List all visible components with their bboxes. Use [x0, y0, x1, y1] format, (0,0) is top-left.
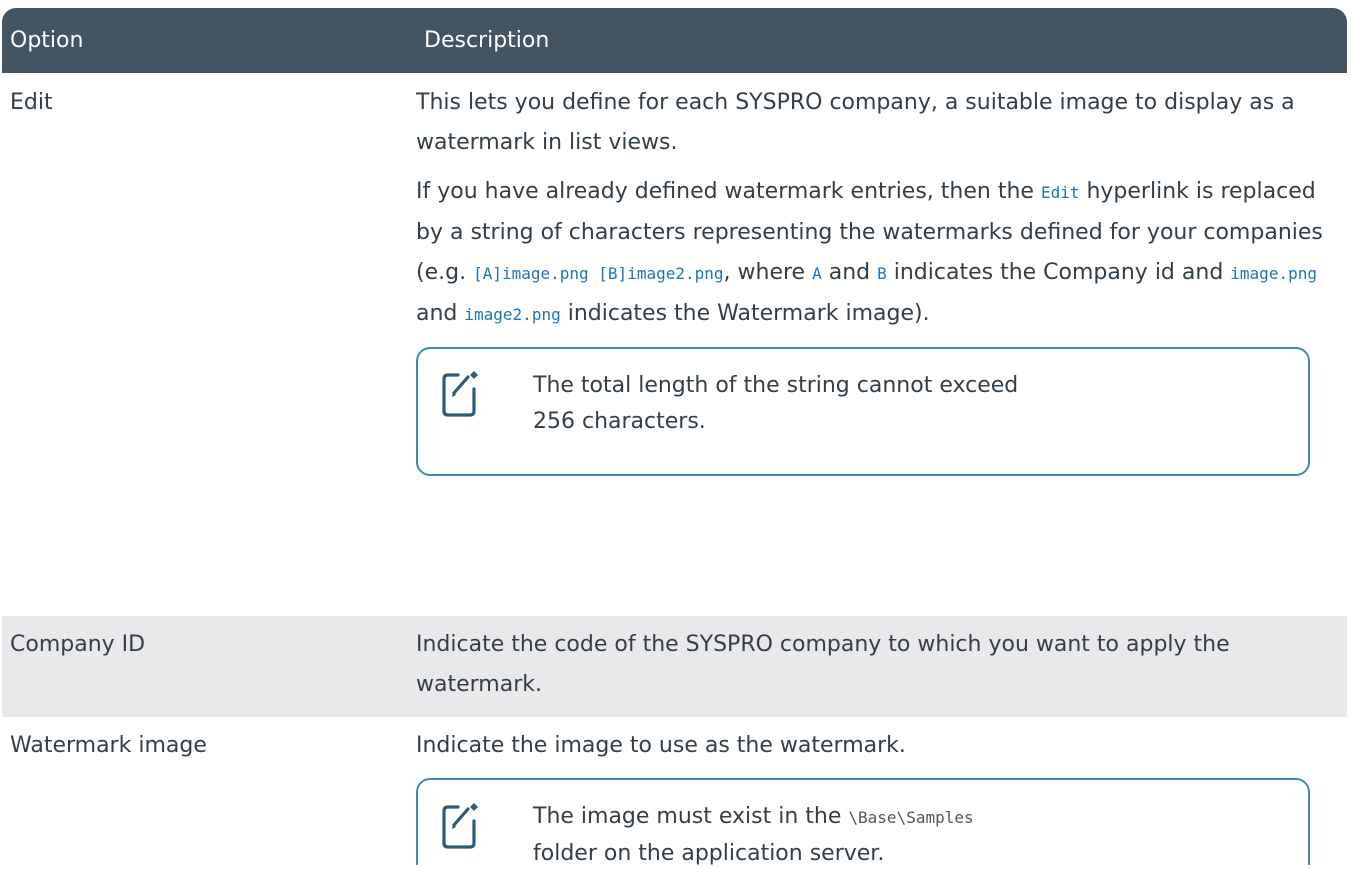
options-table: Option Description Edit This lets you de…	[2, 8, 1347, 865]
edit-hyperlink-code: Edit	[1040, 183, 1080, 202]
table-header: Option Description	[2, 8, 1347, 73]
note-edit-icon	[440, 367, 480, 431]
text-fragment: and	[416, 301, 465, 326]
header-option: Option	[10, 28, 84, 53]
description-paragraph: This lets you define for each SYSPRO com…	[416, 90, 1295, 155]
note-box: The total length of the string cannot ex…	[416, 347, 1310, 476]
samples-path-code: \Base\Samples	[848, 808, 974, 827]
description-paragraph: Indicate the image to use as the waterma…	[416, 733, 906, 758]
description-edit: This lets you define for each SYSPRO com…	[407, 73, 1347, 616]
text-fragment: The image must exist in the	[533, 804, 849, 829]
code-a: A	[812, 264, 822, 283]
note-edit-icon	[440, 799, 480, 863]
text-fragment: indicates the Company id and	[886, 260, 1231, 285]
note-text: The total length of the string cannot ex…	[533, 373, 1019, 434]
text-fragment: and	[821, 260, 878, 285]
text-fragment: If you have already defined watermark en…	[416, 179, 1041, 204]
table-row-edit: Edit This lets you define for each SYSPR…	[2, 73, 1347, 616]
code-image2: image2.png	[464, 305, 561, 324]
option-company-id: Company ID	[10, 632, 146, 657]
description-company-id: Indicate the code of the SYSPRO company …	[416, 632, 1230, 697]
text-fragment: , where	[723, 260, 813, 285]
option-watermark-image: Watermark image	[10, 733, 207, 758]
note-text: The image must exist in the \Base\Sample…	[533, 799, 1093, 865]
note-box: The image must exist in the \Base\Sample…	[416, 778, 1310, 865]
table-row-watermark-image: Watermark image Indicate the image to us…	[2, 717, 1347, 865]
code-b: B	[877, 264, 887, 283]
description-watermark-image: Indicate the image to use as the waterma…	[407, 717, 1347, 865]
description-paragraph: If you have already defined watermark en…	[416, 172, 1329, 335]
text-fragment: indicates the Watermark image).	[560, 301, 930, 326]
code-image: image.png	[1230, 264, 1317, 283]
table-row-company-id: Company ID Indicate the code of the SYSP…	[2, 616, 1347, 717]
option-edit: Edit	[10, 90, 53, 115]
text-fragment: folder on the application server.	[533, 841, 885, 865]
example-code: [A]image.png [B]image2.png	[473, 264, 724, 283]
header-description: Description	[424, 28, 550, 53]
